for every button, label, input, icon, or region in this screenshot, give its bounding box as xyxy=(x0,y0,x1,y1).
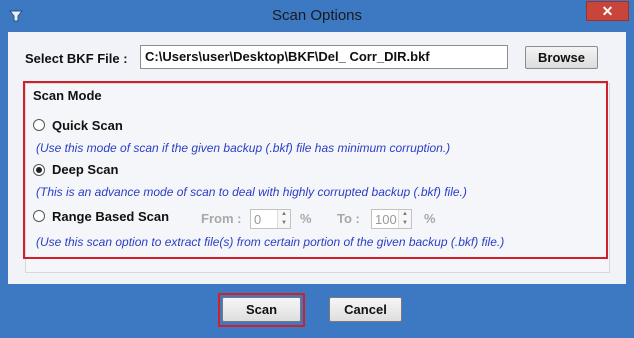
from-spinner-arrows[interactable]: ▲ ▼ xyxy=(277,210,290,228)
to-value: 100 xyxy=(375,212,397,227)
to-spinner-arrows[interactable]: ▲ ▼ xyxy=(398,210,411,228)
to-label: To : xyxy=(337,211,360,226)
quick-scan-description: (Use this mode of scan if the given back… xyxy=(36,141,451,155)
scan-options-window: Scan Options ✕ Select BKF File : C:\User… xyxy=(0,0,634,338)
cancel-button[interactable]: Cancel xyxy=(329,297,402,322)
select-bkf-label: Select BKF File : xyxy=(25,51,128,66)
window-title: Scan Options xyxy=(271,7,363,24)
deep-scan-radio[interactable] xyxy=(33,164,45,176)
deep-scan-description: (This is an advance mode of scan to deal… xyxy=(36,185,467,199)
to-spinner[interactable]: 100 ▲ ▼ xyxy=(371,209,412,229)
quick-scan-radio[interactable] xyxy=(33,119,45,131)
spin-up-icon[interactable]: ▲ xyxy=(399,210,411,219)
close-icon: ✕ xyxy=(601,3,614,19)
range-scan-description: (Use this scan option to extract file(s)… xyxy=(36,235,505,249)
to-percent-label: % xyxy=(424,211,436,226)
spin-down-icon[interactable]: ▼ xyxy=(399,219,411,228)
quick-scan-label[interactable]: Quick Scan xyxy=(52,118,123,133)
bkf-path-input[interactable]: C:\Users\user\Desktop\BKF\Del_ Corr_DIR.… xyxy=(140,45,508,69)
from-spinner[interactable]: 0 ▲ ▼ xyxy=(250,209,291,229)
range-scan-label[interactable]: Range Based Scan xyxy=(52,209,169,224)
title-bar[interactable]: Scan Options ✕ xyxy=(0,0,634,32)
close-button[interactable]: ✕ xyxy=(586,1,629,21)
spin-down-icon[interactable]: ▼ xyxy=(278,219,290,228)
from-percent-label: % xyxy=(300,211,312,226)
range-scan-radio[interactable] xyxy=(33,210,45,222)
scan-mode-title: Scan Mode xyxy=(33,88,102,103)
browse-button[interactable]: Browse xyxy=(525,46,598,69)
deep-scan-label[interactable]: Deep Scan xyxy=(52,162,118,177)
spin-up-icon[interactable]: ▲ xyxy=(278,210,290,219)
from-value: 0 xyxy=(254,212,262,227)
button-footer xyxy=(8,284,626,338)
scan-button[interactable]: Scan xyxy=(222,297,301,322)
from-label: From : xyxy=(201,211,242,226)
